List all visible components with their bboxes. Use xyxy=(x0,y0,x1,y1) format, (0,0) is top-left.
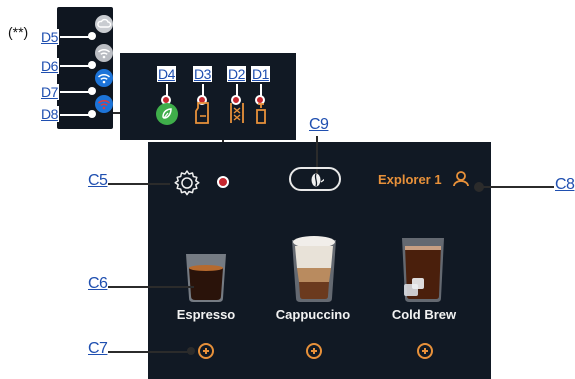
callout-c8[interactable]: C8 xyxy=(555,176,575,194)
espresso-cup-icon xyxy=(186,254,226,302)
user-profile-icon[interactable] xyxy=(452,170,470,188)
cloud-status-icon xyxy=(95,15,113,33)
profile-name[interactable]: Explorer 1 xyxy=(378,172,442,187)
cold-brew-glass-icon xyxy=(402,238,444,302)
callout-d3[interactable]: D3 xyxy=(193,66,212,82)
callout-c7[interactable]: C7 xyxy=(88,340,108,358)
leader-dot-d7 xyxy=(88,87,96,95)
leaf-icon xyxy=(162,108,172,119)
settings-gear-icon[interactable] xyxy=(172,168,202,198)
water-tank-icon xyxy=(195,102,209,124)
wifi-icon xyxy=(97,74,111,84)
coffee-bean-icon xyxy=(311,173,324,187)
callout-d1[interactable]: D1 xyxy=(251,66,270,82)
leader-c8 xyxy=(482,186,554,188)
eco-mode-indicator xyxy=(156,103,178,125)
add-cappuccino-button[interactable] xyxy=(306,343,322,359)
add-cold-brew-button[interactable] xyxy=(417,343,433,359)
footnote-marker: (**) xyxy=(8,24,29,40)
maintenance-alert-dot[interactable] xyxy=(217,176,229,188)
beverage-label-cappuccino[interactable]: Cappuccino xyxy=(273,307,353,322)
callout-d2[interactable]: D2 xyxy=(227,66,246,82)
callout-d5[interactable]: D5 xyxy=(40,29,59,45)
callout-c6[interactable]: C6 xyxy=(88,275,108,293)
leader-dot-c7 xyxy=(187,347,195,355)
leader-c6 xyxy=(108,286,194,288)
grounds-container-icon xyxy=(230,103,244,123)
leader-dot-d5 xyxy=(88,32,96,40)
callout-d4[interactable]: D4 xyxy=(157,66,176,82)
bean-selector-button[interactable] xyxy=(289,167,341,191)
wifi-off-status-icon xyxy=(95,44,113,62)
cappuccino-cup-icon xyxy=(292,236,336,302)
callout-c9[interactable]: C9 xyxy=(309,116,329,134)
callout-d6[interactable]: D6 xyxy=(40,58,59,74)
leader-dot-d6 xyxy=(88,61,96,69)
wifi-connected-status-icon xyxy=(95,69,113,87)
leader-c5 xyxy=(108,183,170,185)
leader-dot-d8 xyxy=(88,110,96,118)
leader-c7 xyxy=(108,351,192,353)
callout-d8[interactable]: D8 xyxy=(40,106,59,122)
wifi-icon xyxy=(97,49,111,59)
beverage-label-espresso[interactable]: Espresso xyxy=(175,307,237,322)
cloud-icon xyxy=(97,18,112,28)
add-espresso-button[interactable] xyxy=(198,343,214,359)
callout-d7[interactable]: D7 xyxy=(40,84,59,100)
wifi-off-icon xyxy=(97,100,111,110)
callout-c5[interactable]: C5 xyxy=(88,172,108,190)
descale-icon xyxy=(256,103,266,124)
wifi-error-status-icon xyxy=(95,95,113,113)
beverage-label-cold-brew[interactable]: Cold Brew xyxy=(386,307,462,322)
